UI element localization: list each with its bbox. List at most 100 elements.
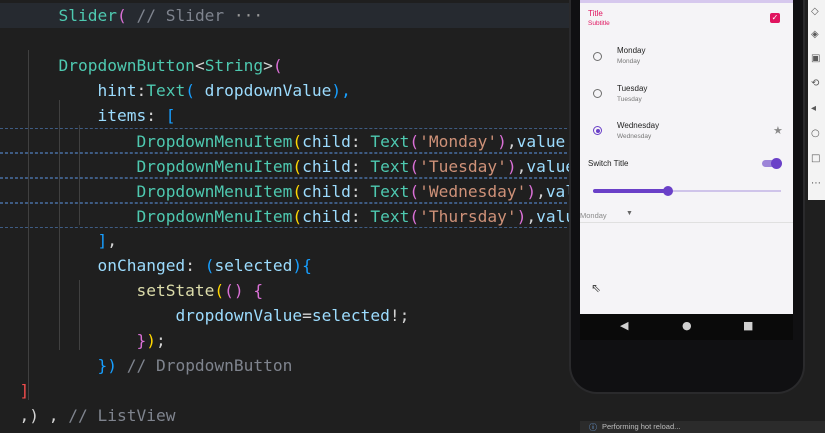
code-line[interactable]: Slider( // Slider ··· bbox=[0, 3, 572, 28]
code-line[interactable]: }) // DropdownButton bbox=[0, 353, 572, 378]
code-line[interactable]: ] bbox=[0, 378, 572, 403]
dropdown-button[interactable]: Monday bbox=[580, 211, 607, 220]
slider-active-track bbox=[593, 189, 669, 193]
toolbar-icon[interactable]: ◂ bbox=[811, 103, 816, 114]
code-token: ( bbox=[292, 157, 303, 176]
code-token: ( bbox=[116, 6, 127, 25]
code-line[interactable]: setState(() { bbox=[0, 278, 572, 303]
code-line[interactable] bbox=[0, 28, 572, 53]
radio-wednesday[interactable] bbox=[593, 126, 602, 135]
code-token: ) bbox=[516, 207, 527, 226]
code-line[interactable]: DropdownMenuItem(child: Text('Wednesday'… bbox=[0, 178, 572, 203]
switch-thumb[interactable] bbox=[771, 158, 782, 169]
code-token: ( bbox=[409, 132, 420, 151]
switch-title: Switch Title bbox=[588, 159, 629, 168]
code-token: selected bbox=[214, 256, 293, 275]
code-token: ( bbox=[204, 256, 215, 275]
code-token: { bbox=[253, 281, 264, 300]
code-token: ( bbox=[292, 207, 303, 226]
code-token: , bbox=[516, 157, 527, 176]
code-line[interactable]: DropdownMenuItem(child: Text('Thursday')… bbox=[0, 203, 572, 228]
code-token: ( bbox=[292, 132, 303, 151]
code-line[interactable]: DropdownMenuItem(child: Text('Monday'),v… bbox=[0, 128, 572, 153]
radio-sub-wednesday: Wednesday bbox=[617, 133, 652, 140]
toolbar-icon[interactable]: ⋯ bbox=[811, 178, 821, 189]
mouse-cursor-icon: ⇖ bbox=[591, 281, 602, 295]
code-token: selected bbox=[311, 306, 390, 325]
code-line[interactable]: DropdownMenuItem(child: Text('Tuesday'),… bbox=[0, 153, 572, 178]
code-line[interactable]: }); bbox=[0, 328, 572, 353]
checkbox[interactable]: ✓ bbox=[770, 13, 780, 23]
code-token: , bbox=[107, 231, 117, 250]
code-token: items bbox=[97, 106, 147, 125]
dropdown-arrow-icon[interactable]: ▼ bbox=[626, 210, 633, 217]
code-line[interactable]: onChanged: (selected){ bbox=[0, 253, 572, 278]
code-token: ( bbox=[409, 182, 420, 201]
toolbar-icon[interactable]: ▣ bbox=[811, 53, 820, 64]
code-token: // ListView bbox=[68, 406, 176, 425]
toolbar-icon[interactable]: ◈ bbox=[811, 29, 819, 40]
recents-icon[interactable]: ■ bbox=[743, 319, 753, 332]
radio-monday[interactable] bbox=[593, 52, 602, 61]
radio-tuesday[interactable] bbox=[593, 89, 602, 98]
code-editor[interactable]: Slider( // Slider ··· DropdownButton<Str… bbox=[0, 0, 572, 433]
back-icon[interactable]: ◀ bbox=[620, 319, 628, 332]
toolbar-icon[interactable]: □ bbox=[811, 153, 820, 164]
app-bar-edge bbox=[580, 0, 793, 3]
code-line[interactable]: dropdownValue=selected!; bbox=[0, 303, 572, 328]
code-token: setState bbox=[136, 281, 215, 300]
code-token: ] bbox=[19, 381, 30, 400]
code-token: onChanged bbox=[97, 256, 186, 275]
code-token: : bbox=[350, 207, 371, 226]
home-icon[interactable]: ● bbox=[682, 319, 692, 332]
status-bar: ⓘ Performing hot reload... bbox=[580, 421, 825, 433]
toolbar-icon[interactable]: ◇ bbox=[811, 6, 819, 17]
code-line[interactable]: hint:Text( dropdownValue), bbox=[0, 78, 572, 103]
code-token: : bbox=[136, 81, 147, 100]
status-message: Performing hot reload... bbox=[602, 422, 681, 431]
code-line[interactable]: ,) , // ListView bbox=[0, 403, 572, 428]
radio-sub-monday: Monday bbox=[617, 58, 641, 65]
code-token: 'Wednesday' bbox=[419, 182, 527, 201]
toolbar-icon[interactable]: ○ bbox=[811, 128, 820, 139]
code-line[interactable]: DropdownButton<String>( bbox=[0, 53, 572, 78]
toolbar-icon[interactable]: ⟲ bbox=[811, 78, 819, 89]
code-line[interactable]: ], bbox=[0, 228, 572, 253]
code-token: Text bbox=[370, 182, 410, 201]
code-token: // DropdownButton bbox=[116, 356, 293, 375]
code-token: Text bbox=[146, 81, 186, 100]
code-token: ) bbox=[292, 256, 303, 275]
code-token: child bbox=[302, 132, 351, 151]
code-token: ··· bbox=[224, 6, 264, 25]
slider-thumb[interactable] bbox=[663, 186, 674, 196]
code-token: 'Monday' bbox=[419, 132, 498, 151]
checkbox-tile-title: Title bbox=[588, 9, 603, 18]
code-token: { bbox=[302, 256, 312, 275]
code-token: ( bbox=[409, 157, 420, 176]
info-icon: ⓘ bbox=[589, 423, 597, 432]
code-token: ) bbox=[526, 182, 537, 201]
phone-screen[interactable]: Title Subtitle ✓ Monday Monday Tuesday T… bbox=[580, 0, 793, 314]
code-token: 'Thursday' bbox=[419, 207, 517, 226]
code-token: ] bbox=[97, 231, 108, 250]
code-token: > bbox=[263, 56, 273, 75]
star-icon: ★ bbox=[773, 125, 783, 137]
check-icon: ✓ bbox=[771, 13, 779, 22]
code-token: ; bbox=[155, 331, 166, 350]
code-token: child bbox=[302, 207, 351, 226]
code-token: value bbox=[545, 182, 572, 201]
code-line[interactable]: items: [ bbox=[0, 103, 572, 128]
code-token: Text bbox=[370, 207, 410, 226]
